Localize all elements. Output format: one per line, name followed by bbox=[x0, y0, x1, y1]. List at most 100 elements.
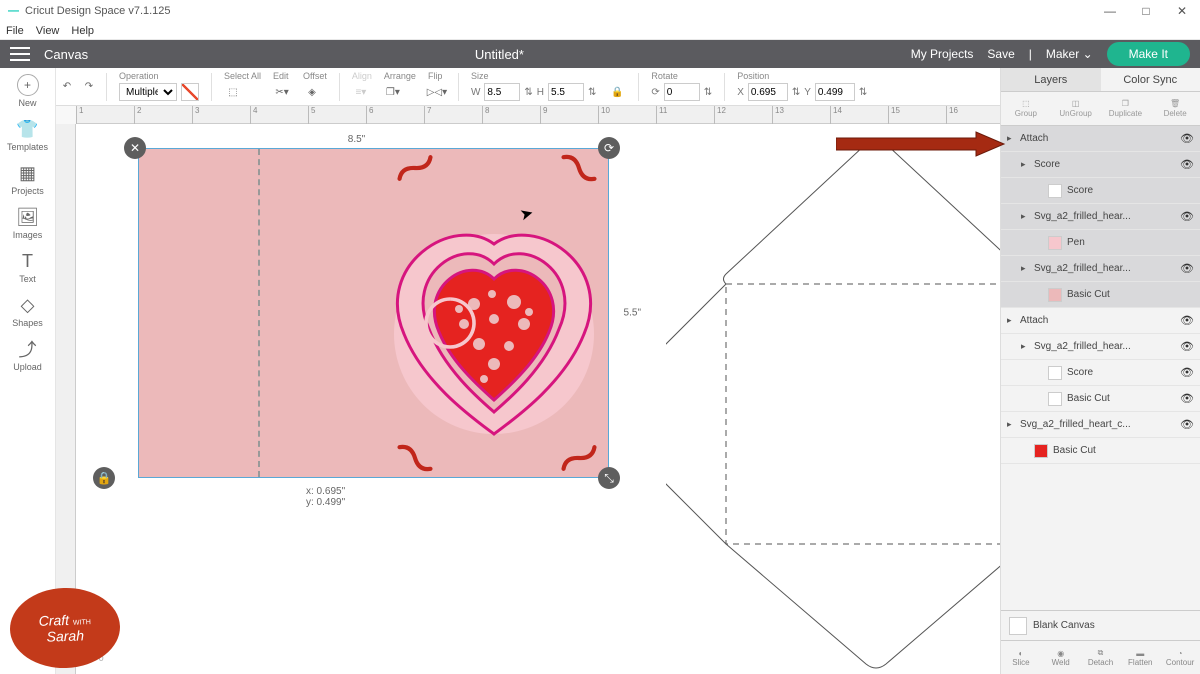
group-button[interactable]: ⬚Group bbox=[1001, 92, 1051, 125]
visibility-eye-icon[interactable]: 👁 bbox=[1180, 340, 1194, 353]
duplicate-button[interactable]: ❐Duplicate bbox=[1101, 92, 1151, 125]
canvas-area[interactable]: 12345678910111213141516 8.5" 5.5" bbox=[56, 106, 1000, 674]
offset-button[interactable]: ◈ bbox=[303, 83, 321, 101]
menu-view[interactable]: View bbox=[36, 25, 60, 37]
grid-icon: ▦ bbox=[16, 162, 38, 184]
nav-images[interactable]: 🖼Images bbox=[13, 206, 43, 240]
visibility-eye-icon[interactable]: 👁 bbox=[1180, 314, 1194, 327]
resize-handle[interactable]: ⤡ bbox=[598, 467, 620, 489]
nav-new[interactable]: +New bbox=[17, 74, 39, 108]
caret-icon[interactable]: ▸ bbox=[1007, 315, 1015, 326]
layer-row[interactable]: Basic Cut👁 bbox=[1001, 386, 1200, 412]
slice-button[interactable]: ◐Slice bbox=[1001, 641, 1041, 674]
my-projects-link[interactable]: My Projects bbox=[911, 47, 974, 61]
visibility-eye-icon[interactable]: 👁 bbox=[1180, 158, 1194, 171]
height-input[interactable] bbox=[548, 83, 584, 101]
tab-layers[interactable]: Layers bbox=[1001, 68, 1101, 91]
visibility-eye-icon[interactable]: 👁 bbox=[1180, 392, 1194, 405]
maximize-button[interactable]: □ bbox=[1128, 0, 1164, 22]
nav-projects[interactable]: ▦Projects bbox=[11, 162, 44, 196]
stepper-icon[interactable]: ⇅ bbox=[588, 87, 596, 98]
close-button[interactable]: ✕ bbox=[1164, 0, 1200, 22]
undo-button[interactable]: ↶ bbox=[58, 78, 76, 96]
visibility-eye-icon[interactable]: 👁 bbox=[1180, 418, 1194, 431]
selection-height-label: 5.5" bbox=[624, 308, 641, 319]
divider: | bbox=[1029, 47, 1032, 61]
tab-color-sync[interactable]: Color Sync bbox=[1101, 68, 1200, 91]
weld-button[interactable]: ◉Weld bbox=[1041, 641, 1081, 674]
caret-icon[interactable]: ▸ bbox=[1021, 211, 1029, 222]
arrange-dropdown[interactable]: ❐▾ bbox=[384, 83, 402, 101]
left-nav: +New 👕Templates ▦Projects 🖼Images TText … bbox=[0, 68, 56, 674]
stepper-icon[interactable]: ⇅ bbox=[524, 87, 532, 98]
layer-row[interactable]: ▸Svg_a2_frilled_hear...👁 bbox=[1001, 334, 1200, 360]
layer-row[interactable]: ▸Attach👁 bbox=[1001, 126, 1200, 152]
edit-dropdown[interactable]: ✂▾ bbox=[273, 83, 291, 101]
caret-icon[interactable]: ▸ bbox=[1021, 159, 1029, 170]
width-input[interactable] bbox=[484, 83, 520, 101]
layer-row[interactable]: ▸Svg_a2_frilled_hear...👁 bbox=[1001, 204, 1200, 230]
lock-aspect-icon[interactable]: 🔒 bbox=[608, 83, 626, 101]
hamburger-menu-icon[interactable] bbox=[10, 47, 30, 61]
flip-dropdown[interactable]: ▷◁▾ bbox=[428, 83, 446, 101]
redo-button[interactable]: ↷ bbox=[80, 78, 98, 96]
contour-button[interactable]: ◔Contour bbox=[1160, 641, 1200, 674]
detach-button[interactable]: ⧉Detach bbox=[1081, 641, 1121, 674]
delete-button[interactable]: 🗑Delete bbox=[1150, 92, 1200, 125]
caret-icon[interactable]: ▸ bbox=[1021, 341, 1029, 352]
layer-row[interactable]: Score bbox=[1001, 178, 1200, 204]
visibility-eye-icon[interactable]: 👁 bbox=[1180, 262, 1194, 275]
layer-row[interactable]: ▸Attach👁 bbox=[1001, 308, 1200, 334]
make-it-button[interactable]: Make It bbox=[1107, 42, 1190, 66]
nav-upload[interactable]: ⤴Upload bbox=[13, 338, 42, 372]
layer-row[interactable]: ▸Svg_a2_frilled_heart_c...👁 bbox=[1001, 412, 1200, 438]
flatten-button[interactable]: ▬Flatten bbox=[1120, 641, 1160, 674]
selection-box[interactable]: 8.5" 5.5" bbox=[104, 148, 609, 478]
layer-row[interactable]: Basic Cut bbox=[1001, 282, 1200, 308]
rotate-icon: ⟳ bbox=[651, 87, 659, 98]
layer-row[interactable]: Basic Cut bbox=[1001, 438, 1200, 464]
layer-row[interactable]: ▸Score👁 bbox=[1001, 152, 1200, 178]
align-dropdown[interactable]: ≡▾ bbox=[352, 83, 370, 101]
save-link[interactable]: Save bbox=[987, 47, 1014, 61]
layer-row[interactable]: Score👁 bbox=[1001, 360, 1200, 386]
select-all-button[interactable]: ⬚ bbox=[224, 83, 242, 101]
lock-handle[interactable]: 🔒 bbox=[93, 467, 115, 489]
envelope-shape[interactable] bbox=[666, 106, 1000, 674]
pos-y-input[interactable] bbox=[815, 83, 855, 101]
layer-swatch bbox=[1048, 288, 1062, 302]
trash-icon: 🗑 bbox=[1170, 99, 1180, 108]
blank-canvas-row[interactable]: Blank Canvas bbox=[1001, 610, 1200, 640]
canvas[interactable]: 8.5" 5.5" bbox=[76, 124, 1000, 674]
delete-handle[interactable]: ✕ bbox=[124, 137, 146, 159]
minimize-button[interactable]: — bbox=[1092, 0, 1128, 22]
layer-row[interactable]: ▸Svg_a2_frilled_hear...👁 bbox=[1001, 256, 1200, 282]
pos-x-input[interactable] bbox=[748, 83, 788, 101]
ruler-tick: 5 bbox=[308, 106, 315, 124]
caret-icon[interactable]: ▸ bbox=[1007, 133, 1015, 144]
visibility-eye-icon[interactable]: 👁 bbox=[1180, 132, 1194, 145]
rotate-input[interactable] bbox=[664, 83, 700, 101]
ungroup-button[interactable]: ◫UnGroup bbox=[1051, 92, 1101, 125]
caret-icon[interactable]: ▸ bbox=[1021, 263, 1029, 274]
operation-select[interactable]: Multiple bbox=[119, 83, 177, 101]
ruler-tick: 6 bbox=[366, 106, 373, 124]
nav-shapes[interactable]: ◇Shapes bbox=[12, 294, 43, 328]
canvas-color-swatch[interactable] bbox=[1009, 617, 1027, 635]
machine-selector[interactable]: Maker ⌄ bbox=[1046, 47, 1093, 61]
linetype-swatch[interactable] bbox=[181, 83, 199, 101]
stepper-icon[interactable]: ⇅ bbox=[704, 87, 712, 98]
menu-file[interactable]: File bbox=[6, 25, 24, 37]
caret-icon[interactable]: ▸ bbox=[1007, 419, 1015, 430]
visibility-eye-icon[interactable]: 👁 bbox=[1180, 366, 1194, 379]
layer-row[interactable]: Pen bbox=[1001, 230, 1200, 256]
nav-text[interactable]: TText bbox=[17, 250, 39, 284]
stepper-icon[interactable]: ⇅ bbox=[792, 87, 800, 98]
visibility-eye-icon[interactable]: 👁 bbox=[1180, 210, 1194, 223]
stepper-icon[interactable]: ⇅ bbox=[859, 87, 867, 98]
ruler-tick: 1 bbox=[76, 106, 83, 124]
menu-help[interactable]: Help bbox=[71, 25, 94, 37]
rotate-handle[interactable]: ⟳ bbox=[598, 137, 620, 159]
nav-templates[interactable]: 👕Templates bbox=[7, 118, 48, 152]
heart-design[interactable] bbox=[384, 224, 604, 444]
